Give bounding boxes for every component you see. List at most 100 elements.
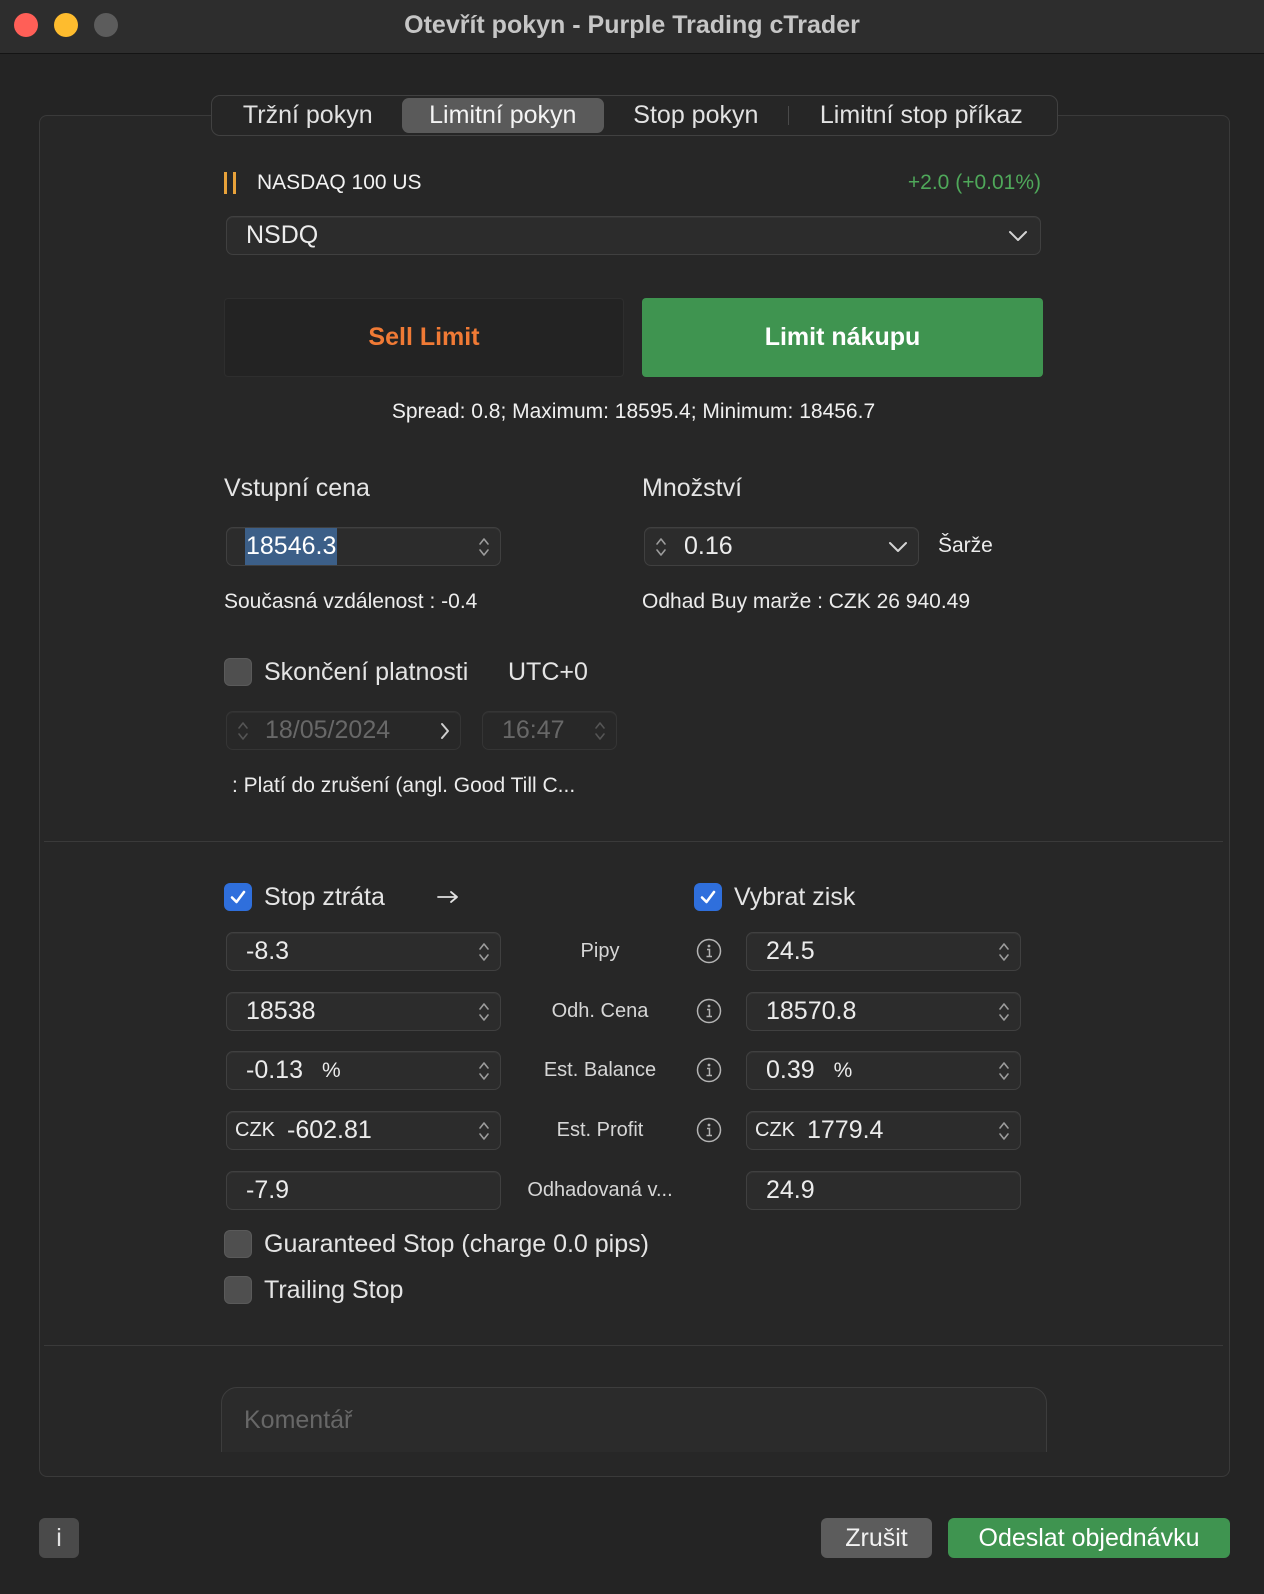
expiry-date-input: 18/05/2024 bbox=[226, 711, 461, 750]
stepper-icon[interactable] bbox=[998, 941, 1010, 963]
tab-stop-limit-order[interactable]: Limitní stop příkaz bbox=[787, 98, 1055, 133]
comment-input[interactable] bbox=[221, 1387, 1047, 1452]
info-icon[interactable] bbox=[696, 938, 722, 964]
stepper-icon[interactable] bbox=[998, 1060, 1010, 1082]
tab-stop-order[interactable]: Stop pokyn bbox=[604, 98, 788, 133]
check-icon bbox=[700, 890, 716, 904]
info-icon[interactable] bbox=[696, 1057, 722, 1083]
trailing-stop-checkbox[interactable] bbox=[224, 1276, 252, 1304]
stop-loss-checkbox[interactable] bbox=[224, 883, 252, 911]
take-profit-estimate-input[interactable]: 24.9 bbox=[746, 1171, 1021, 1210]
submit-order-button[interactable]: Odeslat objednávku bbox=[948, 1518, 1230, 1558]
stop-loss-balance-value: -0.13 bbox=[246, 1056, 303, 1084]
info-icon[interactable] bbox=[696, 1117, 722, 1143]
quantity-input[interactable]: 0.16 bbox=[644, 527, 919, 566]
take-profit-label: Vybrat zisk bbox=[734, 883, 856, 911]
window-title: Otevřít pokyn - Purple Trading cTrader bbox=[404, 11, 860, 39]
row-label-balance: Est. Balance bbox=[543, 1059, 657, 1081]
cancel-button[interactable]: Zrušit bbox=[821, 1518, 932, 1558]
take-profit-price-value: 18570.8 bbox=[766, 997, 857, 1025]
take-profit-balance-input[interactable]: 0.39 % bbox=[746, 1051, 1021, 1090]
symbol-dropdown-value: NSDQ bbox=[246, 221, 319, 249]
entry-price-input[interactable]: 18546.3 bbox=[226, 527, 501, 566]
stop-loss-label: Stop ztráta bbox=[264, 883, 385, 911]
comment-area bbox=[221, 1387, 1047, 1452]
row-label-price: Odh. Cena bbox=[551, 1000, 649, 1022]
price-change: +2.0 (+0.01%) bbox=[907, 171, 1041, 194]
stepper-icon[interactable] bbox=[478, 536, 490, 558]
chevron-down-icon bbox=[1009, 231, 1027, 241]
take-profit-estimate-value: 24.9 bbox=[766, 1176, 815, 1204]
current-distance-label: Současná vzdálenost : bbox=[224, 590, 436, 613]
window-close-button[interactable] bbox=[14, 13, 38, 37]
sell-limit-button[interactable]: Sell Limit bbox=[224, 298, 624, 377]
expiry-time-input: 16:47 bbox=[482, 711, 617, 750]
row-label-pips: Pipy bbox=[580, 940, 620, 962]
stepper-icon[interactable] bbox=[478, 1120, 490, 1142]
stop-loss-profit-value: -602.81 bbox=[287, 1116, 372, 1144]
percent-suffix: % bbox=[833, 1059, 853, 1082]
stop-loss-pips-input[interactable]: -8.3 bbox=[226, 932, 501, 971]
stepper-icon[interactable] bbox=[478, 1060, 490, 1082]
expiry-note: : Platí do zrušení (angl. Good Till C... bbox=[232, 774, 576, 797]
take-profit-pips-value: 24.5 bbox=[766, 937, 815, 965]
section-divider bbox=[44, 841, 1223, 842]
stepper-icon bbox=[238, 722, 248, 740]
section-divider bbox=[44, 1345, 1223, 1346]
stepper-icon bbox=[595, 722, 605, 740]
stop-loss-profit-input[interactable]: CZK -602.81 bbox=[226, 1111, 501, 1150]
stepper-icon[interactable] bbox=[478, 1001, 490, 1023]
buy-limit-label: Limit nákupu bbox=[764, 323, 921, 351]
stop-loss-estimate-input[interactable]: -7.9 bbox=[226, 1171, 501, 1210]
entry-price-label: Vstupní cena bbox=[224, 474, 370, 502]
arrow-right-icon[interactable] bbox=[437, 890, 459, 904]
take-profit-pips-input[interactable]: 24.5 bbox=[746, 932, 1021, 971]
stepper-icon[interactable] bbox=[998, 1120, 1010, 1142]
window-zoom-button bbox=[94, 13, 118, 37]
margin-estimate-value: CZK 26 940.49 bbox=[828, 590, 971, 613]
stop-loss-estimate-value: -7.9 bbox=[246, 1176, 290, 1204]
chevron-right-icon bbox=[441, 723, 449, 739]
take-profit-profit-input[interactable]: CZK 1779.4 bbox=[746, 1111, 1021, 1150]
quantity-value: 0.16 bbox=[684, 532, 733, 560]
tab-limit-order[interactable]: Limitní pokyn bbox=[401, 98, 605, 133]
row-label-estimate: Odhadovaná v... bbox=[527, 1179, 673, 1201]
current-distance-value: -0.4 bbox=[441, 590, 478, 613]
chevron-down-icon[interactable] bbox=[888, 541, 908, 553]
percent-suffix: % bbox=[321, 1059, 341, 1082]
take-profit-price-input[interactable]: 18570.8 bbox=[746, 992, 1021, 1031]
margin-estimate: Odhad Buy marže : CZK 26 940.49 bbox=[642, 589, 970, 615]
info-icon[interactable] bbox=[696, 998, 722, 1024]
guaranteed-stop-checkbox[interactable] bbox=[224, 1230, 252, 1258]
spread-info: Spread: 0.8; Maximum: 18595.4; Minimum: … bbox=[391, 400, 876, 423]
stepper-icon[interactable] bbox=[998, 1001, 1010, 1023]
trailing-stop-label: Trailing Stop bbox=[264, 1276, 404, 1304]
guaranteed-stop-label: Guaranteed Stop (charge 0.0 pips) bbox=[264, 1230, 649, 1258]
expiry-date-value: 18/05/2024 bbox=[265, 716, 391, 744]
window-minimize-button[interactable] bbox=[54, 13, 78, 37]
take-profit-balance-value: 0.39 bbox=[766, 1056, 815, 1084]
check-icon bbox=[230, 890, 246, 904]
expiry-timezone: UTC+0 bbox=[508, 658, 588, 686]
row-label-profit: Est. Profit bbox=[556, 1119, 644, 1141]
expiry-checkbox[interactable] bbox=[224, 658, 252, 686]
take-profit-checkbox[interactable] bbox=[694, 883, 722, 911]
take-profit-profit-value: 1779.4 bbox=[807, 1116, 884, 1144]
sell-limit-label: Sell Limit bbox=[368, 323, 480, 351]
stop-loss-balance-input[interactable]: -0.13 % bbox=[226, 1051, 501, 1090]
symbol-dropdown[interactable]: NSDQ bbox=[226, 216, 1041, 255]
tab-market-order[interactable]: Tržní pokyn bbox=[214, 98, 402, 133]
stop-loss-price-input[interactable]: 18538 bbox=[226, 992, 501, 1031]
info-button[interactable]: i bbox=[39, 1518, 79, 1558]
buy-limit-button[interactable]: Limit nákupu bbox=[642, 298, 1043, 377]
current-distance: Současná vzdálenost : -0.4 bbox=[224, 589, 477, 615]
stepper-icon[interactable] bbox=[655, 536, 667, 558]
stop-loss-price-value: 18538 bbox=[246, 997, 316, 1025]
order-type-tabs: Tržní pokyn Limitní pokyn Stop pokyn Lim… bbox=[211, 95, 1058, 136]
currency-prefix: CZK bbox=[755, 1119, 795, 1141]
stop-loss-pips-value: -8.3 bbox=[246, 937, 290, 965]
market-status-icon bbox=[224, 172, 238, 194]
symbol-name: NASDAQ 100 US bbox=[257, 171, 422, 194]
entry-price-value: 18546.3 bbox=[245, 528, 338, 565]
stepper-icon[interactable] bbox=[478, 941, 490, 963]
